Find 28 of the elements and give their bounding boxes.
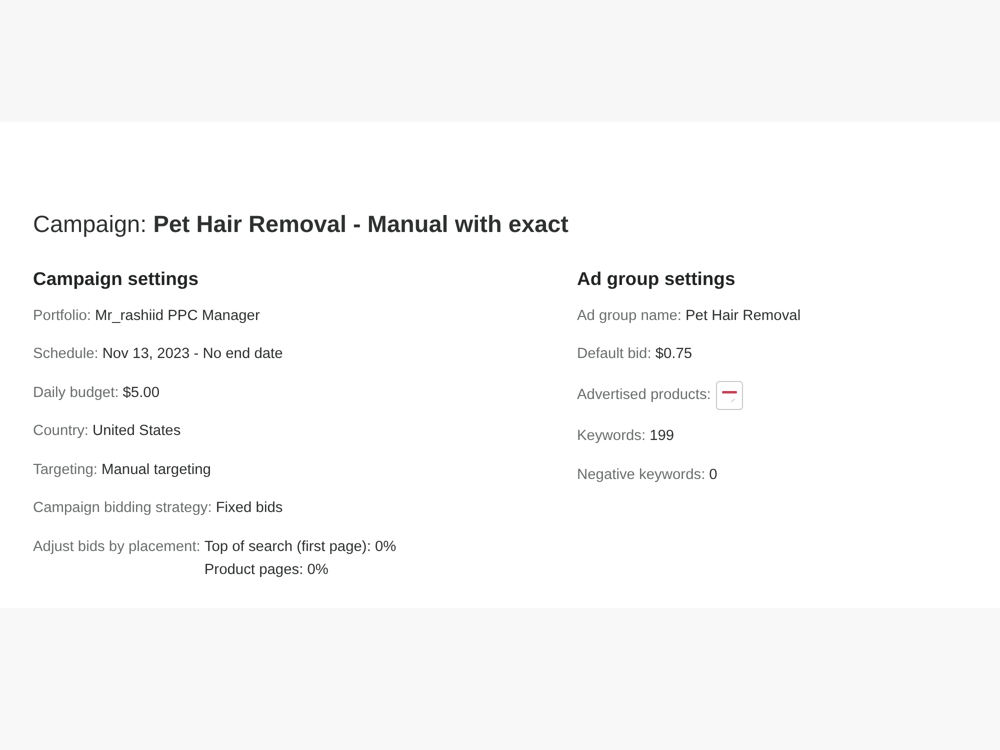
field-label: Default bid: bbox=[577, 345, 652, 364]
field-label: Schedule: bbox=[33, 345, 98, 364]
field-label: Ad group name: bbox=[577, 306, 682, 326]
field-value: Product pages: 0% bbox=[204, 561, 330, 580]
field-value: Top of search (first page): 0% bbox=[204, 538, 396, 557]
field-label: Keywords: bbox=[577, 427, 646, 446]
field-value: $0.75 bbox=[655, 345, 692, 364]
section-heading: Campaign settings bbox=[33, 267, 200, 291]
field-value: 199 bbox=[650, 427, 674, 446]
product-thumbnail-icon bbox=[716, 381, 743, 410]
field-label: Advertised products: bbox=[577, 386, 711, 406]
field-label: Portfolio: bbox=[33, 306, 91, 326]
field-label: Campaign bidding strategy: bbox=[33, 499, 212, 518]
field-value: Fixed bids bbox=[216, 499, 283, 518]
field-value: United States bbox=[92, 422, 181, 442]
campaign-title: Campaign: Pet Hair Removal - Manual with exact bbox=[33, 210, 570, 238]
field-label: Daily budget: bbox=[33, 384, 119, 403]
field-value: Nov 13, 2023 - No end date bbox=[102, 345, 283, 364]
field-label: Adjust bids by placement: bbox=[33, 538, 200, 557]
field-value: Manual targeting bbox=[102, 460, 211, 480]
field-label: Targeting: bbox=[33, 460, 98, 480]
field-label: Negative keywords: bbox=[577, 466, 706, 485]
field-value: Mr_rashiid PPC Manager bbox=[94, 306, 260, 326]
field-label: Country: bbox=[33, 422, 89, 442]
field-value: Pet Hair Removal bbox=[686, 306, 801, 326]
section-heading: Ad group settings bbox=[577, 267, 736, 291]
field-value: $5.00 bbox=[122, 384, 160, 403]
field-value: 0 bbox=[709, 466, 718, 485]
